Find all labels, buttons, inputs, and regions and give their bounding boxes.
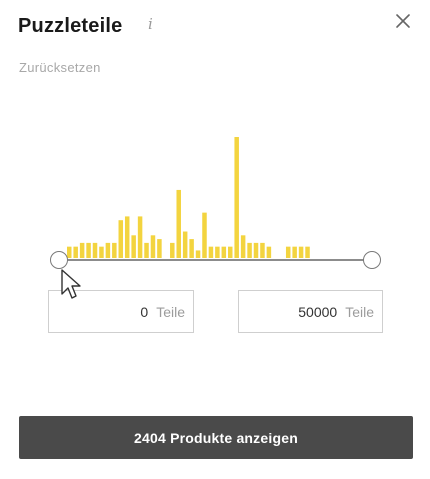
min-pieces-unit: Teile (156, 303, 185, 320)
histogram-bar (137, 216, 143, 258)
histogram-bar (124, 216, 130, 258)
histogram-bar (112, 242, 117, 259)
page-title: Puzzleteile (18, 15, 123, 37)
min-pieces-value: 0 (140, 303, 149, 320)
histogram-bar (150, 235, 156, 258)
range-slider-max-handle[interactable] (363, 251, 381, 269)
histogram-bar (292, 246, 297, 258)
histogram-bar (105, 242, 111, 259)
histogram-bar (67, 246, 72, 258)
max-pieces-input[interactable]: 50000 Teile (238, 290, 383, 333)
show-products-button[interactable]: 2404 Produkte anzeigen (19, 416, 413, 459)
histogram-bar (228, 246, 233, 258)
histogram-bar (247, 242, 252, 259)
histogram-bar (157, 239, 162, 258)
histogram-bar (170, 242, 175, 259)
histogram-bar (298, 246, 304, 258)
close-icon[interactable] (394, 12, 412, 30)
min-pieces-input[interactable]: 0 Teile (48, 290, 194, 333)
histogram-bar (73, 246, 78, 258)
histogram-bar (92, 242, 98, 259)
histogram-bar (189, 239, 194, 258)
histogram-bar (221, 246, 227, 258)
histogram-bar (253, 242, 259, 259)
histogram-bar (260, 242, 265, 259)
max-pieces-unit: Teile (345, 303, 374, 320)
histogram-bar (86, 242, 91, 259)
histogram-bar (305, 246, 310, 258)
histogram-bar (285, 246, 291, 258)
histogram-bar (118, 220, 124, 258)
histogram-bar (240, 235, 246, 258)
histogram-bar (215, 246, 220, 258)
range-slider-track[interactable] (59, 259, 372, 261)
reset-link[interactable]: Zurücksetzen (19, 60, 101, 76)
histogram-bar (266, 246, 272, 258)
histogram-bar (202, 212, 207, 259)
histogram-bar (144, 242, 149, 259)
info-icon[interactable]: i (148, 14, 153, 34)
max-pieces-value: 50000 (298, 303, 338, 320)
histogram-bar (208, 246, 214, 258)
range-slider-min-handle[interactable] (50, 251, 68, 269)
histogram-bar (195, 250, 201, 258)
histogram-bar (79, 242, 85, 259)
histogram-bar (99, 246, 104, 258)
histogram-bar (131, 235, 136, 258)
histogram-bar (182, 231, 188, 258)
histogram-bar (176, 189, 181, 258)
histogram-bar (234, 137, 239, 258)
